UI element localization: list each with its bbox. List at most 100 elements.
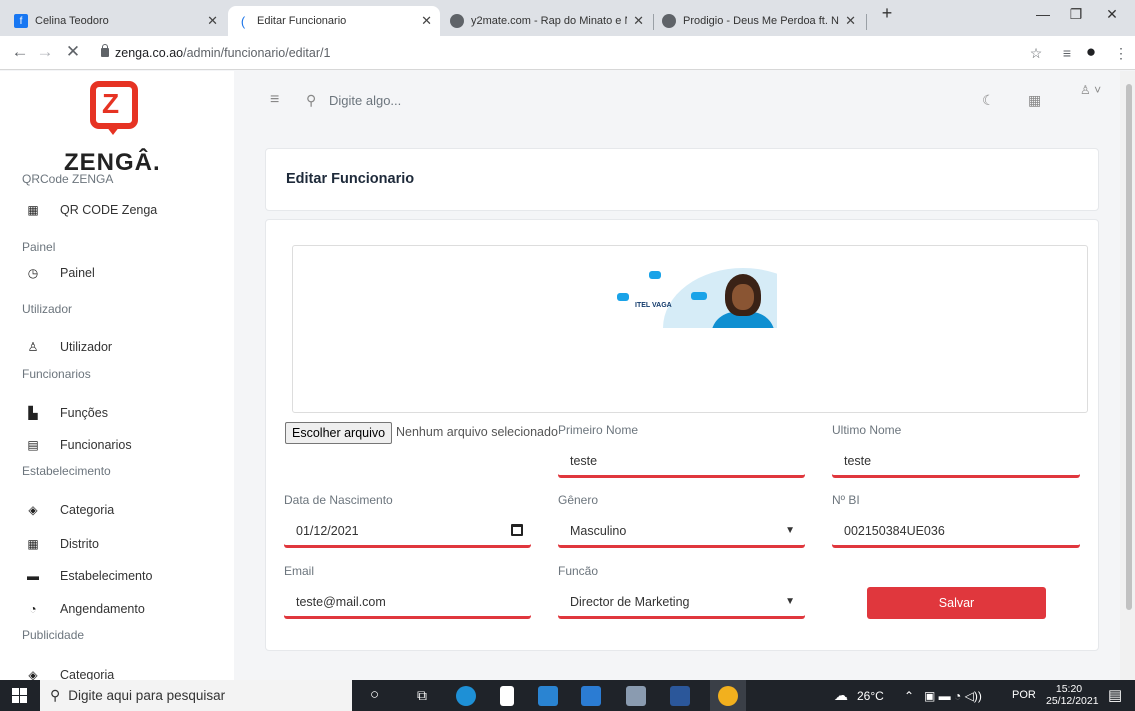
browser-tab-strip: f Celina Teodoro ✕ ( Editar Funcionario … bbox=[0, 0, 1135, 36]
forward-button[interactable]: → bbox=[34, 42, 56, 62]
topbar: ≡ ⚲ Digite algo... ☾ ▦ ♙ ˅ bbox=[234, 71, 1120, 131]
browser-tab[interactable]: y2mate.com - Rap do Minato e N ✕ bbox=[442, 6, 652, 36]
lock-icon bbox=[101, 44, 109, 57]
windows-start-icon[interactable] bbox=[12, 688, 27, 703]
taskbar-search[interactable]: ⚲ Digite aqui para pesquisar bbox=[40, 680, 352, 711]
email-input[interactable]: teste@mail.com bbox=[284, 588, 531, 618]
stop-button[interactable]: ✕ bbox=[62, 42, 84, 62]
birth-date-input[interactable]: 01/12/2021 bbox=[284, 517, 531, 547]
building-icon: ▦ bbox=[27, 203, 39, 217]
file-icon[interactable] bbox=[500, 686, 514, 706]
restore-button[interactable]: ❐ bbox=[1061, 6, 1091, 23]
sidebar-item-label: Funcionarios bbox=[60, 438, 132, 452]
role-select[interactable]: Director de Marketing ▼ bbox=[558, 588, 805, 618]
dark-mode-icon[interactable]: ☾ bbox=[982, 92, 995, 109]
sidebar: Z ZENGÂ. QRCode ZENGA ▦ QR CODE Zenga Pa… bbox=[0, 71, 234, 680]
gender-label: Gênero bbox=[558, 493, 599, 507]
back-button[interactable]: ← bbox=[9, 42, 31, 62]
task-view-icon[interactable]: ⧉ bbox=[417, 687, 427, 704]
sidebar-item-categoria[interactable]: ◈ Categoria bbox=[26, 499, 114, 521]
edge-icon[interactable] bbox=[456, 686, 476, 706]
gender-select[interactable]: Masculino ▼ bbox=[558, 517, 805, 547]
first-name-label: Primeiro Nome bbox=[558, 423, 639, 437]
user-menu-icon[interactable]: ♙ ˅ bbox=[1080, 83, 1101, 97]
tray-icons[interactable]: ▣ ▬ ◔ ◁)) bbox=[924, 689, 982, 703]
close-window-button[interactable]: ✕ bbox=[1097, 6, 1127, 23]
sidebar-item-label: Categoria bbox=[60, 668, 115, 680]
new-tab-button[interactable]: + bbox=[872, 3, 902, 24]
choose-file-button[interactable]: Escolher arquivo bbox=[285, 422, 393, 444]
section-label: Utilizador bbox=[22, 302, 73, 316]
browser-tab-active[interactable]: ( Editar Funcionario ✕ bbox=[228, 6, 440, 36]
weather-text[interactable]: 26°C bbox=[857, 689, 884, 703]
id-card-icon: ▤ bbox=[27, 438, 39, 452]
search-input[interactable]: Digite algo... bbox=[329, 93, 401, 108]
sidebar-item-angendamento[interactable]: ◔ Angendamento bbox=[26, 598, 144, 620]
file-status-text: Nenhum arquivo selecionado bbox=[396, 425, 558, 439]
hamburger-icon[interactable]: ≡ bbox=[270, 91, 279, 109]
browser-tab[interactable]: Prodigio - Deus Me Perdoa ft. Ng ✕ bbox=[654, 6, 864, 36]
close-tab-icon[interactable]: ✕ bbox=[207, 13, 218, 29]
mail-icon[interactable] bbox=[581, 686, 601, 706]
calendar-icon[interactable] bbox=[511, 524, 523, 536]
clock[interactable]: 15:20 25/12/2021 bbox=[1046, 683, 1099, 707]
banner-text: ITEL VAGA bbox=[635, 302, 672, 309]
sidebar-item-estabelecimento[interactable]: ▬ Estabelecimento bbox=[26, 565, 152, 587]
last-name-label: Ultimo Nome bbox=[832, 423, 902, 437]
url-host: zenga.co.ao bbox=[115, 46, 184, 60]
sidebar-item-qrcode[interactable]: ▦ QR CODE Zenga bbox=[26, 199, 157, 221]
bi-input[interactable]: 002150384UE036 bbox=[832, 517, 1080, 547]
browser-tab[interactable]: f Celina Teodoro ✕ bbox=[6, 6, 226, 36]
sidebar-item-label: Painel bbox=[60, 266, 95, 280]
cortana-icon[interactable]: ○ bbox=[370, 686, 379, 703]
brand-logo: Z ZENGÂ. bbox=[63, 79, 183, 179]
url-field[interactable]: zenga.co.ao/admin/funcionario/editar/1 bbox=[115, 46, 330, 60]
first-name-input[interactable]: teste bbox=[558, 447, 805, 477]
sidebar-item-label: Funções bbox=[60, 406, 108, 420]
minimize-button[interactable]: — bbox=[1028, 6, 1058, 22]
notifications-icon[interactable]: ▤ bbox=[1108, 686, 1122, 704]
layers-icon: ◈ bbox=[28, 503, 38, 517]
word-icon[interactable] bbox=[670, 686, 690, 706]
tab-title: Celina Teodoro bbox=[35, 15, 109, 27]
role-value: Director de Marketing bbox=[570, 595, 690, 609]
bookmark-star-icon[interactable]: ☆ bbox=[1025, 45, 1047, 62]
weather-icon[interactable]: ☁ bbox=[834, 687, 848, 704]
globe-icon bbox=[662, 14, 676, 28]
bi-label: Nº BI bbox=[832, 493, 860, 507]
logo-mark: Z bbox=[90, 81, 138, 135]
page-header-card: Editar Funcionario bbox=[265, 148, 1099, 211]
reading-list-icon[interactable]: ≡ bbox=[1056, 45, 1078, 61]
sidebar-item-funcoes[interactable]: ▙ Funções bbox=[26, 402, 108, 424]
chrome-icon[interactable] bbox=[718, 686, 738, 706]
sidebar-item-label: Estabelecimento bbox=[60, 569, 153, 583]
date-text: 25/12/2021 bbox=[1046, 695, 1099, 707]
last-name-input[interactable]: teste bbox=[832, 447, 1080, 477]
menu-kebab-icon[interactable]: ⋮ bbox=[1110, 45, 1132, 62]
store-icon: ▬ bbox=[27, 569, 39, 583]
address-bar: ← → ✕ zenga.co.ao/admin/funcionario/edit… bbox=[0, 36, 1135, 70]
sidebar-item-publicidade-categoria[interactable]: ◈ Categoria bbox=[26, 664, 114, 680]
search-icon: ⚲ bbox=[306, 92, 317, 108]
chevron-up-icon[interactable]: ⌃ bbox=[904, 689, 914, 703]
tab-separator bbox=[866, 14, 867, 30]
sidebar-item-funcionarios[interactable]: ▤ Funcionarios bbox=[26, 434, 132, 456]
sidebar-item-painel[interactable]: ◷ Painel bbox=[26, 262, 95, 284]
sidebar-item-utilizador[interactable]: ♙ Utilizador bbox=[26, 336, 113, 358]
save-button[interactable]: Salvar bbox=[867, 587, 1046, 619]
close-tab-icon[interactable]: ✕ bbox=[421, 13, 432, 29]
sidebar-item-distrito[interactable]: ▦ Distrito bbox=[26, 533, 99, 555]
gender-value: Masculino bbox=[570, 524, 627, 538]
apps-grid-icon[interactable]: ▦ bbox=[1028, 92, 1041, 109]
photos-icon[interactable] bbox=[626, 686, 646, 706]
birth-date-label: Data de Nascimento bbox=[284, 493, 393, 507]
store-icon[interactable] bbox=[538, 686, 558, 706]
facebook-icon: f bbox=[14, 14, 28, 28]
close-tab-icon[interactable]: ✕ bbox=[845, 13, 856, 29]
language-indicator[interactable]: POR bbox=[1012, 689, 1036, 701]
close-tab-icon[interactable]: ✕ bbox=[633, 13, 644, 29]
bi-value: 002150384UE036 bbox=[844, 524, 945, 538]
profile-icon[interactable]: ● bbox=[1080, 42, 1102, 62]
chart-icon: ▙ bbox=[28, 406, 38, 420]
scrollbar-thumb[interactable] bbox=[1126, 84, 1132, 610]
